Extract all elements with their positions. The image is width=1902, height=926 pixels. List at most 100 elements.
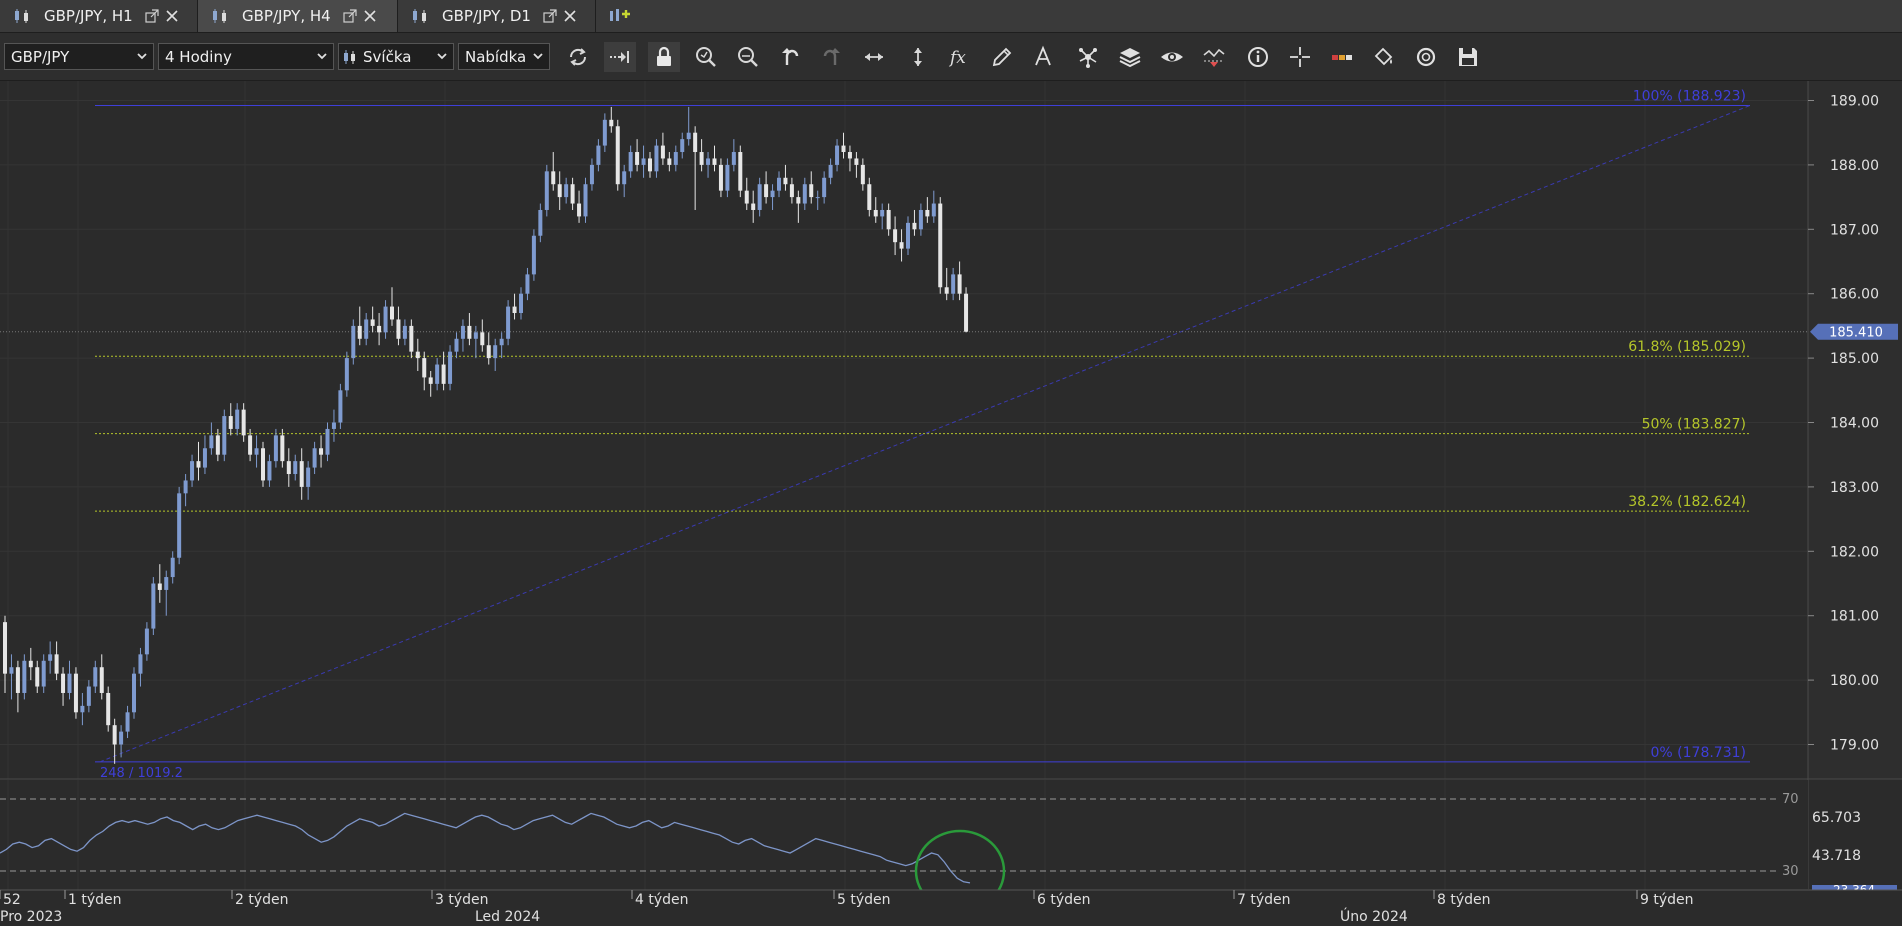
candle-body (886, 209, 891, 230)
info-icon (1248, 47, 1268, 67)
fib-level-label: 0% (178.731) (1651, 745, 1746, 761)
price-type-select[interactable]: Nabídka (458, 43, 550, 70)
candlestick-icon (344, 49, 355, 64)
layers-button[interactable] (1114, 42, 1146, 72)
candle-body (106, 692, 111, 726)
redo-button[interactable] (816, 42, 848, 72)
candle-body (938, 203, 943, 288)
candle-body (157, 583, 162, 590)
time-tick-label: 6 týden (1037, 892, 1091, 908)
add-chart-button[interactable] (598, 0, 638, 32)
detach-icon[interactable] (145, 9, 159, 23)
candle-body (873, 209, 878, 217)
vertical-arrows-icon (914, 48, 922, 66)
candle-body (286, 461, 291, 475)
candle-body (9, 667, 14, 674)
candle-body (344, 358, 349, 391)
candle-body (531, 235, 536, 275)
tab-gbpjpy-d1[interactable]: GBP/JPY, D1 (398, 0, 596, 32)
draw-button[interactable] (986, 42, 1018, 72)
visibility-button[interactable] (1156, 42, 1188, 72)
tab-gbpjpy-h4[interactable]: GBP/JPY, H4 (198, 0, 398, 32)
candle-body (54, 654, 59, 674)
candle-body (170, 557, 175, 578)
auto-scroll-button[interactable] (604, 42, 636, 72)
candle-body (867, 184, 872, 210)
candle-body (261, 448, 265, 481)
layers-icon (1119, 48, 1141, 68)
sync-button[interactable] (1410, 42, 1442, 72)
candle-body (660, 145, 665, 159)
close-icon[interactable] (563, 9, 577, 23)
price-chart[interactable]: 100% (188.923) 61.8% (185.029) 50% (183.82… (0, 81, 1902, 926)
fib-level-label: 100% (188.923) (1633, 88, 1746, 104)
detach-icon[interactable] (343, 9, 357, 23)
time-tick-label: 52 (3, 892, 21, 908)
candle-body (918, 209, 923, 230)
candle-body (706, 158, 711, 165)
save-icon (1459, 48, 1477, 66)
undo-button[interactable] (774, 42, 806, 72)
refresh-button[interactable] (562, 42, 594, 72)
price-tick-label: 179.00 (1830, 738, 1879, 754)
candle-body (235, 409, 240, 429)
candle-body (306, 467, 311, 487)
tab-label: GBP/JPY, D1 (442, 7, 531, 25)
candle-body (370, 319, 375, 326)
candle-body (686, 132, 691, 140)
compare-button[interactable] (1198, 42, 1230, 72)
candle-body (564, 184, 569, 198)
candle-body (770, 190, 775, 198)
candle-body (789, 184, 794, 198)
candle-body (422, 358, 427, 378)
lock-button[interactable] (648, 42, 680, 72)
fit-horizontal-button[interactable] (858, 42, 890, 72)
chevron-down-icon (317, 53, 327, 60)
candle-body (190, 461, 195, 481)
candle-body (731, 152, 736, 165)
zoom-out-button[interactable] (732, 42, 764, 72)
candle-body (460, 325, 465, 339)
candle-body (383, 306, 388, 333)
chart-type-select[interactable]: Svíčka (338, 43, 454, 70)
objects-button[interactable] (1072, 42, 1104, 72)
candle-body (551, 171, 556, 185)
candle-body (325, 428, 330, 455)
oscillator-pane[interactable] (0, 780, 1808, 890)
indicators-button[interactable]: fx (944, 42, 976, 72)
close-icon[interactable] (165, 9, 179, 23)
info-button[interactable] (1242, 42, 1274, 72)
network-icon (1079, 48, 1097, 68)
price-tick-label: 185.00 (1830, 351, 1879, 367)
candle-body (499, 338, 504, 346)
candle-body (209, 435, 214, 449)
candle-body (144, 628, 149, 655)
tab-gbpjpy-h1[interactable]: GBP/JPY, H1 (0, 0, 198, 32)
candle-body (299, 461, 304, 487)
text-button[interactable] (1028, 42, 1060, 72)
zoom-in-button[interactable] (690, 42, 722, 72)
paint-button[interactable] (1368, 42, 1400, 72)
candle-body (93, 667, 98, 687)
candle-body (86, 686, 91, 706)
redo-icon (823, 48, 840, 65)
save-button[interactable] (1452, 42, 1484, 72)
candle-body (215, 435, 220, 455)
fit-vertical-button[interactable] (902, 42, 934, 72)
candle-body (854, 158, 859, 165)
palette-button[interactable] (1326, 42, 1358, 72)
close-icon[interactable] (363, 9, 377, 23)
timeframe-value: 4 Hodiny (165, 47, 232, 66)
candle-body (796, 197, 801, 204)
candle-body (577, 203, 582, 217)
detach-icon[interactable] (543, 9, 557, 23)
symbol-select[interactable]: GBP/JPY (4, 43, 154, 70)
candle-body (41, 660, 46, 687)
time-tick-label: 9 týden (1640, 892, 1694, 908)
timeframe-select[interactable]: 4 Hodiny (158, 43, 334, 70)
zoom-in-icon (696, 47, 716, 67)
candle-body (809, 184, 814, 198)
candle-body (925, 209, 930, 217)
chart-toolbar: GBP/JPY 4 Hodiny Svíčka Nabídka fx (0, 33, 1902, 81)
crosshair-button[interactable] (1284, 42, 1316, 72)
